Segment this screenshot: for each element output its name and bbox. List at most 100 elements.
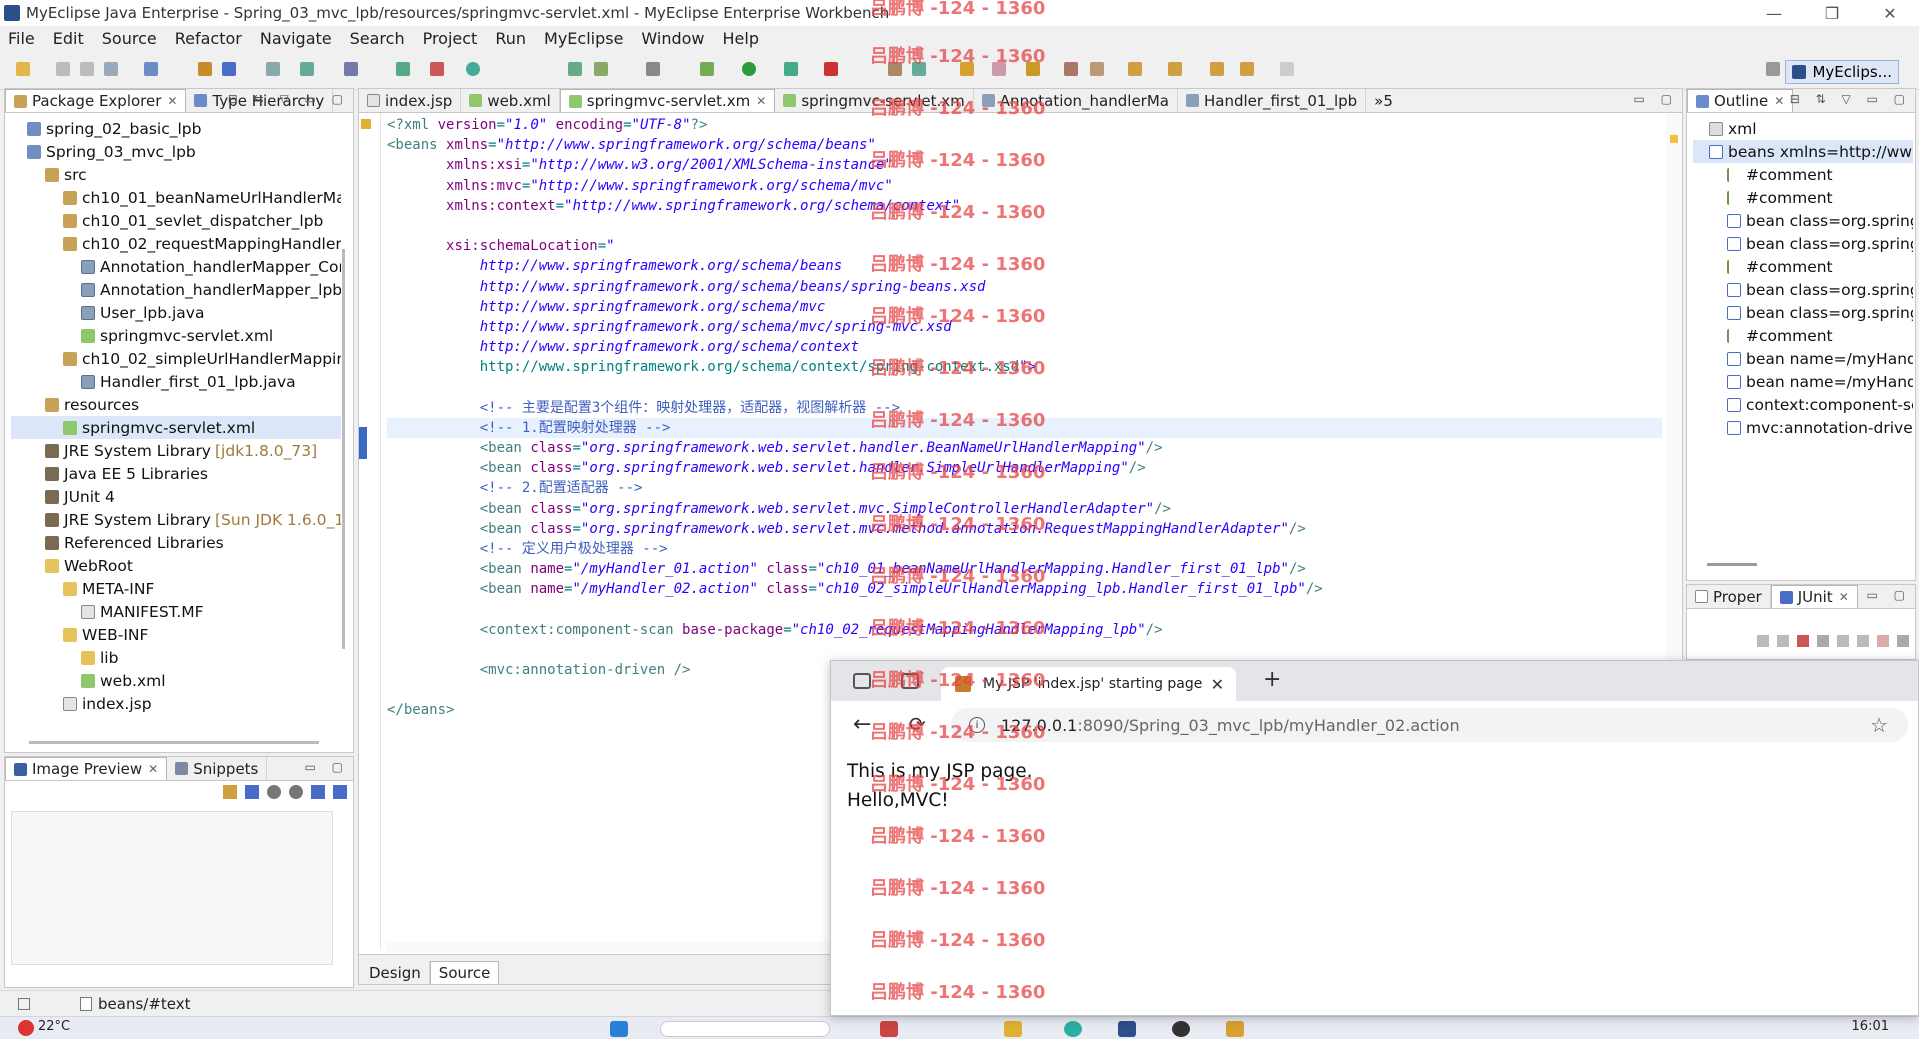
tab-junit[interactable]: JUnit ✕ xyxy=(1770,585,1858,608)
restore-button[interactable]: ❐ xyxy=(1803,0,1861,26)
outline-node[interactable]: bean class=org.springf xyxy=(1693,232,1913,255)
open-resource-icon[interactable] xyxy=(222,62,236,76)
close-tab-icon[interactable]: ✕ xyxy=(756,94,766,108)
code-line[interactable]: http://www.springframework.org/schema/be… xyxy=(387,277,1662,297)
code-line[interactable]: <!-- 1.配置映射处理器 --> xyxy=(387,417,1662,438)
outline-node[interactable]: bean class=org.springf xyxy=(1693,209,1913,232)
menu-navigate[interactable]: Navigate xyxy=(260,29,332,48)
server-icon[interactable] xyxy=(396,62,410,76)
menu-project[interactable]: Project xyxy=(423,29,478,48)
save-icon[interactable] xyxy=(56,62,70,76)
file-explorer-icon[interactable] xyxy=(1004,1021,1022,1037)
toggle-mark-icon[interactable] xyxy=(1090,62,1104,76)
tree-node[interactable]: Spring_03_mvc_lpb xyxy=(11,140,341,163)
code-line[interactable]: http://www.springframework.org/schema/mv… xyxy=(387,317,1662,337)
code-line[interactable]: xmlns:mvc="http://www.springframework.or… xyxy=(387,176,1662,196)
tree-node[interactable]: web.xml xyxy=(11,669,341,692)
address-bar[interactable]: i 127.0.0.1:8090/Spring_03_mvc_lpb/myHan… xyxy=(951,708,1908,742)
tree-node[interactable]: JRE System Library[Sun JDK 1.6.0_13] xyxy=(11,508,341,531)
code-line[interactable]: xsi:schemaLocation=" xyxy=(387,236,1662,256)
prev-failure-icon[interactable] xyxy=(1777,635,1789,647)
web-server-icon[interactable] xyxy=(266,62,280,76)
view-controls[interactable]: ▭ ▢ xyxy=(305,760,350,774)
open-perspective-icon[interactable] xyxy=(1766,62,1780,76)
menu-search[interactable]: Search xyxy=(350,29,405,48)
outline-node[interactable]: context:component-sc xyxy=(1693,393,1913,416)
new-tab-button[interactable]: + xyxy=(1263,667,1281,692)
taskbar-app-icon-3[interactable] xyxy=(1226,1021,1244,1037)
menu-myeclipse[interactable]: MyEclipse xyxy=(544,29,623,48)
debug-icon[interactable] xyxy=(700,62,714,76)
code-line[interactable]: http://www.springframework.org/schema/mv… xyxy=(387,297,1662,317)
outline-node[interactable]: #comment xyxy=(1693,163,1913,186)
new-icon[interactable] xyxy=(16,62,30,76)
taskbar-search-box[interactable] xyxy=(660,1021,830,1037)
failures-only-icon[interactable] xyxy=(1797,635,1809,647)
menu-edit[interactable]: Edit xyxy=(53,29,84,48)
code-line[interactable]: <!-- 2.配置适配器 --> xyxy=(387,478,1662,498)
close-tab-icon[interactable]: ✕ xyxy=(167,94,177,108)
tree-node[interactable]: Annotation_handlerMapper_Controller_tc xyxy=(11,255,341,278)
outline-node-selected[interactable]: beans xmlns=http://www. xyxy=(1693,140,1913,163)
tree-node[interactable]: ch10_02_simpleUrlHandlerMapping_lpb xyxy=(11,347,341,370)
reload-icon[interactable]: ⟳ xyxy=(909,712,926,736)
outline-node[interactable]: bean name=/myHandle xyxy=(1693,370,1913,393)
open-type-icon[interactable] xyxy=(198,62,212,76)
rerun-failed-icon[interactable] xyxy=(1857,635,1869,647)
view-controls[interactable]: ▭ ▢ xyxy=(1867,588,1912,602)
tab-design[interactable]: Design xyxy=(361,961,430,984)
code-line[interactable]: <bean class="org.springframework.web.ser… xyxy=(387,438,1662,458)
code-line[interactable]: http://www.springframework.org/schema/be… xyxy=(387,256,1662,276)
tree-node[interactable]: META-INF xyxy=(11,577,341,600)
outline-node[interactable]: #comment xyxy=(1693,186,1913,209)
coverage-icon[interactable] xyxy=(824,62,838,76)
close-tab-icon[interactable]: ✕ xyxy=(148,762,158,776)
code-line[interactable]: xmlns:context="http://www.springframewor… xyxy=(387,196,1662,216)
new-class-icon[interactable] xyxy=(568,62,582,76)
link-icon[interactable] xyxy=(223,785,237,799)
code-line[interactable]: xmlns:xsi="http://www.w3.org/2001/XMLSch… xyxy=(387,155,1662,175)
taskbar-app-icon[interactable] xyxy=(880,1021,898,1037)
code-line[interactable]: <bean class="org.springframework.web.ser… xyxy=(387,458,1662,478)
new-package-icon[interactable] xyxy=(594,62,608,76)
outline-node[interactable]: bean class=org.springf xyxy=(1693,301,1913,324)
save-all-icon[interactable] xyxy=(80,62,94,76)
annotation-icon[interactable] xyxy=(1026,62,1040,76)
zoom-in-icon[interactable] xyxy=(289,785,303,799)
bookmark-star-icon[interactable]: ☆ xyxy=(1870,713,1888,737)
outline-node[interactable]: mvc:annotation-driven xyxy=(1693,416,1913,439)
tree-node[interactable]: JUnit 4 xyxy=(11,485,341,508)
code-line[interactable]: <context:component-scan base-package="ch… xyxy=(387,620,1662,640)
myeclipse-taskbar-icon[interactable] xyxy=(1118,1021,1136,1037)
tab-springmvc-servlet[interactable]: springmvc-servlet.xm xyxy=(775,89,974,112)
rotate-icon[interactable] xyxy=(333,785,347,799)
tab-image-preview[interactable]: Image Preview ✕ xyxy=(5,757,168,780)
horizontal-scrollbar[interactable] xyxy=(29,741,319,744)
close-tab-icon[interactable]: ✕ xyxy=(1839,590,1849,604)
menu-window[interactable]: Window xyxy=(641,29,704,48)
code-line[interactable] xyxy=(387,216,1662,236)
tab-actions-icon[interactable] xyxy=(901,673,919,689)
code-line[interactable]: <?xml version="1.0" encoding="UTF-8"?> xyxy=(387,115,1662,135)
rerun-icon[interactable] xyxy=(1837,635,1849,647)
history-icon[interactable] xyxy=(1897,635,1909,647)
stop-icon[interactable] xyxy=(1877,635,1889,647)
pin-icon[interactable] xyxy=(1064,62,1078,76)
code-line[interactable] xyxy=(387,640,1662,660)
tree-node[interactable]: lib xyxy=(11,646,341,669)
code-line[interactable]: <beans xmlns="http://www.springframework… xyxy=(387,135,1662,155)
tree-node[interactable]: WebRoot xyxy=(11,554,341,577)
external-tools-icon[interactable] xyxy=(646,62,660,76)
minimize-button[interactable]: — xyxy=(1745,0,1803,26)
print-icon[interactable] xyxy=(104,62,118,76)
search-tool-icon[interactable] xyxy=(888,62,902,76)
code-line[interactable]: http://www.springframework.org/schema/co… xyxy=(387,357,1662,377)
code-line[interactable]: <bean name="/myHandler_01.action" class=… xyxy=(387,559,1662,579)
original-size-icon[interactable] xyxy=(311,785,325,799)
tree-node[interactable]: Java EE 5 Libraries xyxy=(11,462,341,485)
editor-view-controls[interactable]: ▭ ▢ xyxy=(1634,92,1679,106)
outline-horizontal-scrollbar[interactable] xyxy=(1707,563,1757,566)
code-line[interactable]: <!-- 主要是配置3个组件：映射处理器，适配器，视图解析器 --> xyxy=(387,398,1662,418)
new-project-icon[interactable] xyxy=(144,62,158,76)
taskbar-app-icon-2[interactable] xyxy=(1172,1021,1190,1037)
